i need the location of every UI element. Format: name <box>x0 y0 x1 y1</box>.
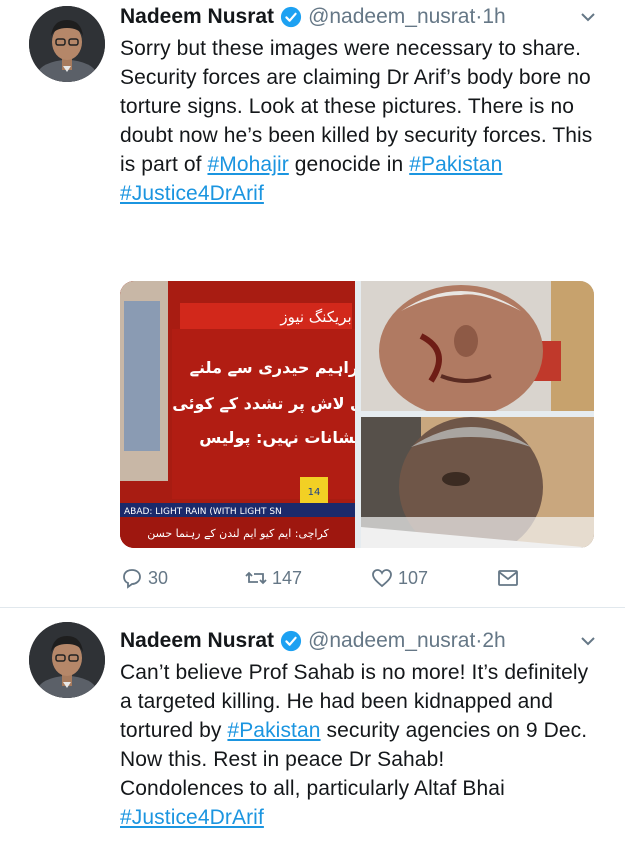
separator-dot: · <box>475 629 483 652</box>
tweet-line: Condolences to all, particularly Altaf B… <box>120 777 505 800</box>
tweet-line: Sorry but these images were necessary to… <box>120 37 582 60</box>
tweet-text-fragment: genocide in <box>288 153 410 176</box>
hashtag-mohajir[interactable]: #Mohajir <box>207 153 288 176</box>
news-line-1: ابراہیم حیدری سے ملنے <box>190 358 355 377</box>
retweet-button[interactable]: 147 <box>244 566 302 590</box>
separator-dot: · <box>475 5 483 28</box>
news-ticker-english: ABAD: LIGHT RAIN (WITH LIGHT SN <box>124 507 282 517</box>
timestamp[interactable]: 2h <box>482 628 505 654</box>
tweet-header: Nadeem Nusrat @nadeem_nusrat · 1h <box>120 4 605 30</box>
news-line-2: والی لاش پر تشدد کے کوئی <box>172 394 355 414</box>
news-screenshot-image[interactable]: بریکنگ نیوز ابراہیم حیدری سے ملنے والی ل… <box>120 281 388 548</box>
verified-badge-icon <box>280 630 302 652</box>
hashtag-justice4drarif[interactable]: #Justice4DrArif <box>120 806 264 829</box>
hashtag-pakistan[interactable]: #Pakistan <box>409 153 502 176</box>
heart-icon <box>372 569 392 588</box>
chevron-down-icon[interactable] <box>579 8 597 26</box>
tweet-actions: 30 147 107 <box>120 566 520 592</box>
avatar[interactable] <box>29 6 105 82</box>
tweet-text: Sorry but these images were necessary to… <box>120 34 605 208</box>
avatar[interactable] <box>29 622 105 698</box>
tweet-2[interactable]: Nadeem Nusrat @nadeem_nusrat · 2h Can’t … <box>0 608 625 857</box>
channel-badge: 14 <box>308 487 321 498</box>
chevron-down-icon[interactable] <box>579 632 597 650</box>
reply-count: 30 <box>148 567 169 588</box>
like-button[interactable]: 107 <box>370 566 428 590</box>
author-handle[interactable]: @nadeem_nusrat <box>308 4 475 30</box>
verified-badge-icon <box>280 6 302 28</box>
photo-face-closeup[interactable] <box>361 281 594 417</box>
direct-message-button[interactable] <box>496 566 524 590</box>
envelope-icon <box>498 570 518 586</box>
timestamp[interactable]: 1h <box>482 4 505 30</box>
hashtag-justice4drarif[interactable]: #Justice4DrArif <box>120 182 264 205</box>
tweet-header: Nadeem Nusrat @nadeem_nusrat · 2h <box>120 628 605 654</box>
like-count: 107 <box>398 567 429 588</box>
hashtag-pakistan[interactable]: #Pakistan <box>227 719 320 742</box>
author-name[interactable]: Nadeem Nusrat <box>120 628 274 654</box>
news-ticker-urdu: کراچی: ایم کیو ایم لندن کے رہنما حسن <box>147 527 329 540</box>
news-line-3: نشانات نہیں: پولیس <box>199 428 355 448</box>
reply-button[interactable]: 30 <box>120 566 168 590</box>
retweet-count: 147 <box>272 567 303 588</box>
news-header: بریکنگ نیوز <box>279 308 351 326</box>
tweet-1[interactable]: Nadeem Nusrat @nadeem_nusrat · 1h Sorry … <box>0 0 625 608</box>
author-name[interactable]: Nadeem Nusrat <box>120 4 274 30</box>
reply-icon <box>123 569 141 589</box>
photo-face-side[interactable] <box>361 417 594 548</box>
tweet-text: Can’t believe Prof Sahab is no more! It’… <box>120 658 605 832</box>
author-handle[interactable]: @nadeem_nusrat <box>308 628 475 654</box>
media-grid[interactable]: بریکنگ نیوز ابراہیم حیدری سے ملنے والی ل… <box>120 281 594 548</box>
retweet-icon <box>245 571 267 585</box>
